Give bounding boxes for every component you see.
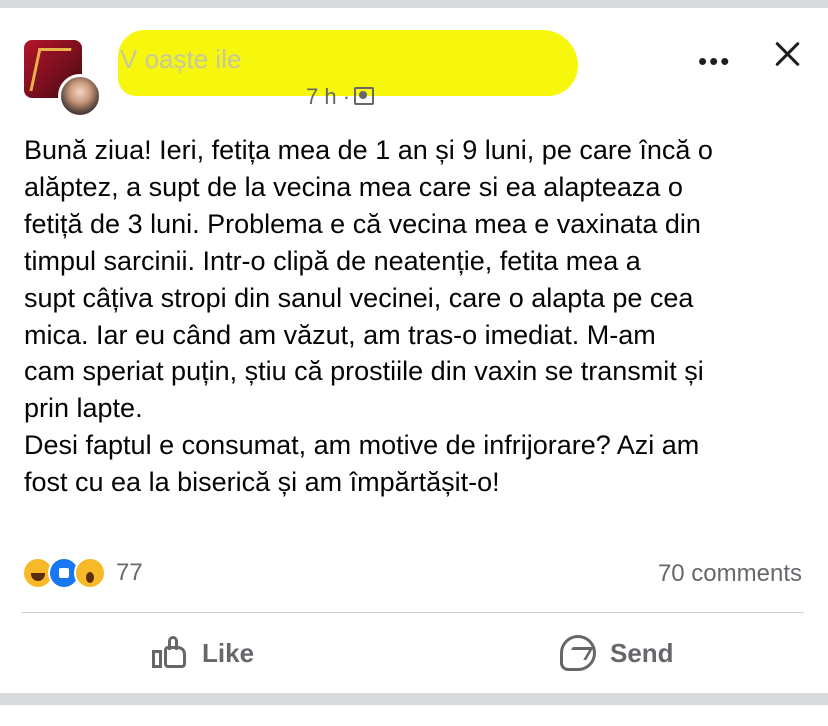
send-button[interactable]: Send [560, 630, 674, 676]
reaction-count: 77 [116, 559, 143, 586]
more-options-icon[interactable]: ••• [698, 46, 731, 77]
thumbs-up-icon [152, 636, 188, 670]
send-label: Send [610, 637, 674, 668]
like-label: Like [202, 637, 255, 668]
post-body: Bună ziua! Ieri, fetița mea de 1 an și 9… [24, 135, 713, 498]
top-separator [0, 0, 828, 8]
user-avatar[interactable] [58, 74, 102, 118]
photo-icon [354, 87, 375, 105]
messenger-icon [560, 635, 596, 671]
wow-reaction-icon [74, 557, 106, 589]
reaction-summary[interactable]: 77 [22, 556, 143, 590]
close-icon[interactable] [770, 36, 806, 72]
timestamp[interactable]: 7 h · [306, 84, 350, 109]
post-time[interactable]: 7 h · [306, 84, 375, 110]
bottom-separator [0, 693, 828, 726]
comments-count[interactable]: 70 comments [658, 560, 802, 588]
divider [22, 612, 804, 613]
like-button[interactable]: Like [152, 630, 254, 676]
author-name[interactable]: V oaște ile [120, 44, 241, 75]
